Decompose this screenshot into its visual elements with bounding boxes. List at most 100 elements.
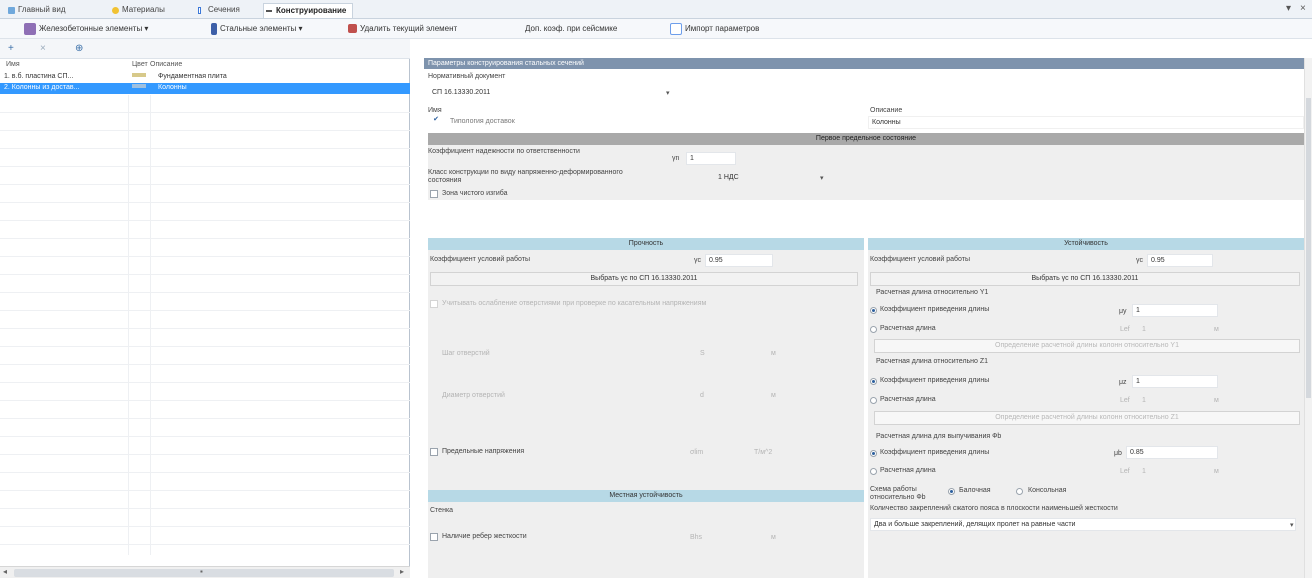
- design-icon: [266, 10, 272, 12]
- strength-work-coef-symbol: γc: [694, 257, 701, 264]
- tab-design[interactable]: Конструирование: [263, 3, 354, 18]
- max-stress-checkbox[interactable]: [430, 448, 438, 456]
- extra-seismic-coef-button[interactable]: Доп. коэф. при сейсмике: [525, 22, 617, 36]
- list-item[interactable]: 1. в.б. пластина СП... Фундаментная плит…: [0, 72, 410, 83]
- y1-mu-radio[interactable]: [870, 307, 877, 314]
- close-icon[interactable]: ×: [1300, 3, 1306, 14]
- delete-current-label: Удалить текущий элемент: [360, 24, 458, 33]
- steel-elements-label: Стальные элементы: [220, 24, 297, 33]
- tab-materials[interactable]: Материалы: [110, 3, 165, 18]
- delete-icon: [348, 24, 357, 34]
- y1-mu-input[interactable]: 1: [1132, 304, 1218, 317]
- remove-element-icon[interactable]: ×: [40, 43, 46, 54]
- list-item[interactable]: 2. Колонны из достав... Колонны: [0, 83, 410, 94]
- extra-coef-label: Доп. коэф. при сейсмике: [525, 24, 618, 33]
- beam-scheme-radio[interactable]: [948, 488, 955, 495]
- add-element-icon[interactable]: +: [8, 43, 14, 54]
- z1-mu-input[interactable]: 1: [1132, 375, 1218, 388]
- chevron-down-icon[interactable]: ▾: [666, 89, 670, 97]
- z1-mu-radio[interactable]: [870, 378, 877, 385]
- warp-lef-unit: м: [1214, 468, 1219, 475]
- element-description-input[interactable]: Колонны: [868, 116, 1304, 129]
- element-description: Колонны: [158, 84, 187, 91]
- column-color-header[interactable]: Цвет: [132, 61, 148, 68]
- chevron-down-icon[interactable]: ▾: [1290, 521, 1294, 529]
- construction-class-select[interactable]: 1 НДС: [714, 171, 824, 184]
- element-color-swatch: [132, 73, 146, 77]
- strength-section-header: Прочность: [428, 238, 864, 250]
- stability-work-coef-label: Коэффициент условий работы: [870, 256, 971, 263]
- warp-length-radio[interactable]: [870, 468, 877, 475]
- pure-bending-checkbox[interactable]: [430, 190, 438, 198]
- copy-element-icon[interactable]: ⊕: [75, 43, 83, 54]
- element-enabled-checkbox[interactable]: ✔: [432, 116, 440, 125]
- warp-mu-radio[interactable]: [870, 450, 877, 457]
- list-header: Имя Цвет Описание: [0, 60, 410, 72]
- rc-elements-dropdown[interactable]: Железобетонные элементы ▾: [24, 22, 148, 36]
- scrollbar-thumb[interactable]: [1306, 98, 1311, 398]
- max-stress-symbol: σlim: [690, 449, 704, 456]
- z1-lef-symbol: Lef: [1120, 397, 1130, 404]
- stability-work-coef-input[interactable]: 0.95: [1147, 254, 1213, 267]
- stability-pick-coef-button[interactable]: Выбрать γc по СП 16.13330.2011: [870, 272, 1300, 286]
- beam-scheme-label: Балочная: [959, 487, 991, 494]
- hole-diameter-symbol: d: [700, 392, 704, 399]
- strength-work-coef-input[interactable]: 0.95: [705, 254, 773, 267]
- element-name-value[interactable]: Типология доставок: [450, 118, 515, 125]
- norm-doc-select[interactable]: СП 16.13330.2011: [428, 86, 668, 99]
- strength-pick-coef-button[interactable]: Выбрать γc по СП 16.13330.2011: [430, 272, 858, 286]
- z1-length-title: Расчетная длина относительно Z1: [876, 358, 989, 365]
- panel-title: Параметры конструирования стальных сечен…: [424, 58, 1304, 69]
- stability-section-header: Устойчивость: [868, 238, 1304, 250]
- vertical-scrollbar[interactable]: [1304, 58, 1312, 578]
- scroll-left-icon[interactable]: ◂: [3, 567, 7, 576]
- max-stress-unit: Т/м^2: [754, 449, 773, 456]
- holes-weakening-checkbox[interactable]: [430, 300, 438, 308]
- column-name-header[interactable]: Имя: [6, 61, 20, 68]
- warp-mu-input[interactable]: 0.85: [1126, 446, 1218, 459]
- stiffeners-checkbox[interactable]: [430, 533, 438, 541]
- y1-length-radio[interactable]: [870, 326, 877, 333]
- list-toolbar: + × ⊕: [0, 39, 410, 59]
- hole-step-unit: м: [771, 350, 776, 357]
- import-icon: [670, 22, 682, 35]
- scrollbar-thumb[interactable]: [14, 569, 394, 577]
- tab-sections[interactable]: Сечения: [196, 3, 240, 18]
- cantilever-scheme-radio[interactable]: [1016, 488, 1023, 495]
- bracing-count-label: Количество закреплений сжатого пояса в п…: [870, 505, 1118, 512]
- reliability-coef-input[interactable]: 1: [686, 152, 736, 165]
- scroll-grip-icon: ▪: [200, 567, 203, 576]
- document-tab-bar: Главный вид Материалы Сечения Конструиро…: [0, 0, 1312, 19]
- list-empty-rows: [0, 95, 410, 555]
- pin-dropdown-icon[interactable]: ▾: [1286, 3, 1291, 14]
- z1-lef-value: 1: [1142, 397, 1146, 404]
- pure-bending-label: Зона чистого изгиба: [442, 190, 508, 197]
- horizontal-scrollbar[interactable]: ◂ ▪ ▸: [0, 566, 410, 578]
- warp-length-label: Расчетная длина: [880, 467, 936, 474]
- column-description-header[interactable]: Описание: [150, 61, 182, 68]
- tab-label: Сечения: [208, 5, 240, 14]
- tab-main-view[interactable]: Главный вид: [6, 3, 66, 18]
- element-color-swatch: [132, 84, 146, 88]
- z1-length-radio[interactable]: [870, 397, 877, 404]
- strength-work-coef-label: Коэффициент условий работы: [430, 256, 531, 263]
- column-divider: [128, 95, 129, 555]
- warp-lef-value: 1: [1142, 468, 1146, 475]
- delete-current-element-button[interactable]: Удалить текущий элемент: [348, 22, 457, 36]
- name-column-label: Имя: [428, 107, 442, 114]
- y1-define-length-button[interactable]: Определение расчетной длины колонн относ…: [874, 339, 1300, 353]
- y1-length-label: Расчетная длина: [880, 325, 936, 332]
- warp-mu-label: Коэффициент приведения длины: [880, 449, 990, 456]
- chevron-down-icon[interactable]: ▾: [820, 174, 824, 182]
- scroll-right-icon[interactable]: ▸: [400, 567, 404, 576]
- local-stability-section-header: Местная устойчивость: [428, 490, 864, 502]
- reliability-coef-label: Коэффициент надежности по ответственност…: [428, 148, 580, 155]
- z1-define-length-button[interactable]: Определение расчетной длины колонн относ…: [874, 411, 1300, 425]
- stiffeners-unit: м: [771, 534, 776, 541]
- bracing-count-select[interactable]: Два и больше закреплений, делящих пролет…: [870, 518, 1296, 531]
- description-column-label: Описание: [870, 107, 903, 114]
- y1-mu-symbol: μy: [1119, 308, 1127, 315]
- steel-elements-dropdown[interactable]: Стальные элементы ▾: [211, 22, 303, 36]
- import-parameters-button[interactable]: Импорт параметров: [670, 22, 759, 36]
- z1-mu-symbol: μz: [1119, 379, 1127, 386]
